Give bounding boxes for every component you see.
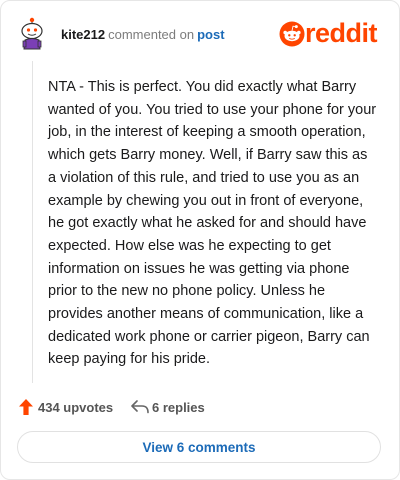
comment-header: kite212 commented on post reddit xyxy=(17,16,387,52)
upvote-arrow-icon[interactable] xyxy=(19,399,33,415)
user-avatar-icon[interactable] xyxy=(17,16,47,50)
comment-card: kite212 commented on post reddit NTA - Thi… xyxy=(0,0,400,480)
comment-body: NTA - This is perfect. You did exactly w… xyxy=(48,79,377,368)
thread-line[interactable] xyxy=(32,61,33,383)
action-text: commented on xyxy=(108,27,195,42)
reply-count[interactable]: 6 replies xyxy=(152,400,205,415)
comment-actions: 434 upvotes 6 replies xyxy=(19,398,319,418)
post-link[interactable]: post xyxy=(197,27,224,42)
reddit-snoo-icon xyxy=(279,21,305,47)
reddit-logo[interactable]: reddit xyxy=(279,18,387,50)
comment-meta: kite212 commented on post xyxy=(61,27,225,42)
reddit-wordmark: reddit xyxy=(305,18,378,48)
username-link[interactable]: kite212 xyxy=(61,27,105,42)
upvote-count: 434 upvotes xyxy=(38,400,114,415)
view-comments-button[interactable]: View 6 comments xyxy=(17,431,381,463)
reply-arrow-icon[interactable] xyxy=(131,400,149,414)
